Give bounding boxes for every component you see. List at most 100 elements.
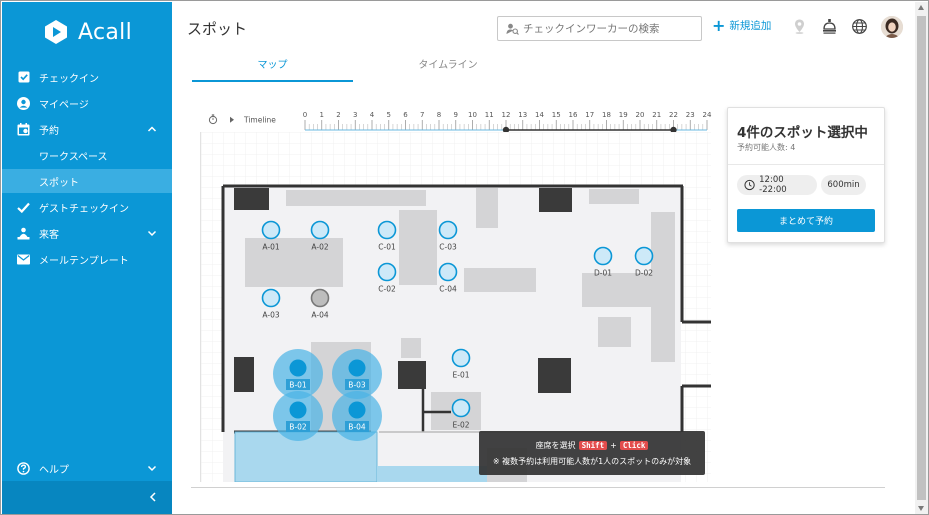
floor-plan: A-01 A-02 A-03 A-04 C-01 C-02 C-03 C-04 D-01 D-02… bbox=[201, 132, 711, 482]
sidebar-item-reservation[interactable]: 予約 bbox=[2, 117, 172, 141]
scroll-up-arrow-icon[interactable] bbox=[918, 5, 924, 10]
timeline-label: Timeline bbox=[243, 116, 276, 125]
timeline-tick-label: 16 bbox=[569, 111, 578, 119]
selection-title: 4件のスポット選択中 bbox=[737, 125, 868, 141]
sidebar-item-mail-template[interactable]: メールテンプレート bbox=[2, 247, 172, 271]
hint-prefix: 座席を選択 bbox=[535, 441, 576, 450]
spot-marker bbox=[451, 398, 471, 418]
help-circle-icon bbox=[17, 461, 30, 475]
spot-marker bbox=[377, 220, 397, 240]
spot-a-04[interactable]: A-04 bbox=[310, 288, 330, 320]
spot-a-03[interactable]: A-03 bbox=[261, 288, 281, 320]
globe-icon[interactable] bbox=[851, 18, 868, 35]
spot-marker bbox=[348, 359, 366, 377]
timeline-tick-label: 9 bbox=[454, 111, 458, 119]
user-avatar[interactable] bbox=[881, 16, 903, 38]
duration-chip: 600min bbox=[821, 175, 866, 195]
timeline-tick-label: 15 bbox=[552, 111, 561, 119]
sidebar-item-label: ワークスペース bbox=[39, 151, 108, 163]
people-icon bbox=[17, 227, 30, 240]
timeline-tick-label: 4 bbox=[370, 111, 375, 119]
mail-icon bbox=[17, 253, 30, 266]
check-icon bbox=[17, 201, 30, 214]
stopwatch-icon[interactable] bbox=[208, 114, 218, 125]
page-title: スポット bbox=[187, 20, 248, 38]
chevron-down-icon bbox=[147, 465, 157, 472]
floor-map[interactable]: A-01 A-02 A-03 A-04 C-01 C-02 C-03 C-04 D-01 D-02… bbox=[200, 132, 711, 482]
spot-marker bbox=[593, 246, 613, 266]
spot-label: A-02 bbox=[311, 243, 328, 252]
scroll-thumb[interactable] bbox=[917, 16, 926, 500]
tab-label: タイムライン bbox=[418, 60, 478, 71]
spot-label: A-03 bbox=[262, 311, 279, 320]
timeline-tick-label: 14 bbox=[535, 111, 544, 119]
spot-label: A-01 bbox=[262, 243, 279, 252]
reception-bell-icon[interactable] bbox=[821, 18, 838, 35]
sidebar-item-label: メールテンプレート bbox=[39, 255, 129, 267]
spot-label: D-02 bbox=[635, 269, 653, 278]
add-new-button[interactable]: + 新規追加 bbox=[712, 17, 771, 33]
logo[interactable]: Acall bbox=[2, 2, 172, 62]
spot-label: E-01 bbox=[453, 371, 470, 380]
spot-a-01[interactable]: A-01 bbox=[261, 220, 281, 252]
spot-d-02[interactable]: D-02 bbox=[634, 246, 654, 278]
spot-label: B-02 bbox=[289, 423, 307, 432]
spot-marker bbox=[438, 220, 458, 240]
spot-marker bbox=[261, 288, 281, 308]
spot-c-02[interactable]: C-02 bbox=[377, 262, 397, 294]
spot-marker bbox=[451, 348, 471, 368]
tab-map[interactable]: マップ bbox=[192, 56, 353, 82]
search-input[interactable] bbox=[523, 22, 693, 35]
time-range-chip[interactable]: 12:00 -22:00 bbox=[737, 175, 817, 195]
tab-timeline[interactable]: タイムライン bbox=[353, 56, 543, 82]
spot-e-01[interactable]: E-01 bbox=[451, 348, 471, 380]
timeline-tick-label: 8 bbox=[437, 111, 441, 119]
hint-line-1: 座席を選択 Shift + Click bbox=[479, 440, 705, 451]
user-search-icon bbox=[506, 23, 519, 35]
vertical-scrollbar[interactable] bbox=[915, 2, 928, 514]
spot-label: A-04 bbox=[311, 311, 328, 320]
click-key-badge: Click bbox=[619, 441, 649, 450]
spot-e-02[interactable]: E-02 bbox=[451, 398, 471, 430]
timeline-tick-label: 20 bbox=[636, 111, 645, 119]
scroll-down-arrow-icon[interactable] bbox=[918, 506, 924, 511]
timeline-tick-label: 24 bbox=[703, 111, 712, 119]
time-range-value: 12:00 -22:00 bbox=[759, 175, 787, 195]
timeline-tick-label: 23 bbox=[686, 111, 695, 119]
sidebar-item-guest-checkin[interactable]: ゲストチェックイン bbox=[2, 195, 172, 219]
spot-marker bbox=[310, 288, 330, 308]
user-circle-icon bbox=[17, 96, 30, 110]
shift-key-badge: Shift bbox=[578, 441, 608, 450]
sidebar-item-help[interactable]: ヘルプ bbox=[2, 456, 172, 480]
timeline-tick-label: 21 bbox=[652, 111, 661, 119]
location-pin-icon[interactable] bbox=[791, 18, 808, 35]
search-box[interactable] bbox=[497, 16, 702, 41]
spot-marker bbox=[261, 220, 281, 240]
bulk-reserve-button[interactable]: まとめて予約 bbox=[737, 209, 875, 232]
spot-c-01[interactable]: C-01 bbox=[377, 220, 397, 252]
clock-icon bbox=[744, 179, 755, 191]
timeline-tick-label: 12 bbox=[502, 111, 511, 119]
timeline-tick-label: 7 bbox=[420, 111, 424, 119]
play-icon[interactable] bbox=[230, 116, 234, 123]
spot-marker bbox=[348, 401, 366, 419]
spot-c-03[interactable]: C-03 bbox=[438, 220, 458, 252]
spot-c-04[interactable]: C-04 bbox=[438, 262, 458, 294]
timeline-tick-label: 5 bbox=[387, 111, 391, 119]
sidebar-item-visitors[interactable]: 来客 bbox=[2, 221, 172, 245]
sidebar-item-checkin[interactable]: チェックイン bbox=[2, 65, 172, 89]
timeline-tick-label: 1 bbox=[320, 111, 324, 119]
content-bottom-divider bbox=[191, 487, 885, 488]
sidebar-item-label: 予約 bbox=[39, 125, 59, 137]
spot-label: C-01 bbox=[378, 243, 396, 252]
sidebar-item-mypage[interactable]: マイページ bbox=[2, 91, 172, 115]
sidebar-item-spot[interactable]: スポット bbox=[2, 169, 172, 193]
spot-d-01[interactable]: D-01 bbox=[593, 246, 613, 278]
spot-marker bbox=[438, 262, 458, 282]
timeline-tick-label: 11 bbox=[485, 111, 494, 119]
sidebar-item-workspace[interactable]: ワークスペース bbox=[2, 143, 172, 167]
timeline-tick-label: 6 bbox=[403, 111, 408, 119]
spot-a-02[interactable]: A-02 bbox=[310, 220, 330, 252]
selection-hint-tooltip: 座席を選択 Shift + Click ※ 複数予約は利用可能人数が1人のスポッ… bbox=[479, 431, 705, 475]
collapse-sidebar-icon[interactable] bbox=[148, 491, 158, 503]
